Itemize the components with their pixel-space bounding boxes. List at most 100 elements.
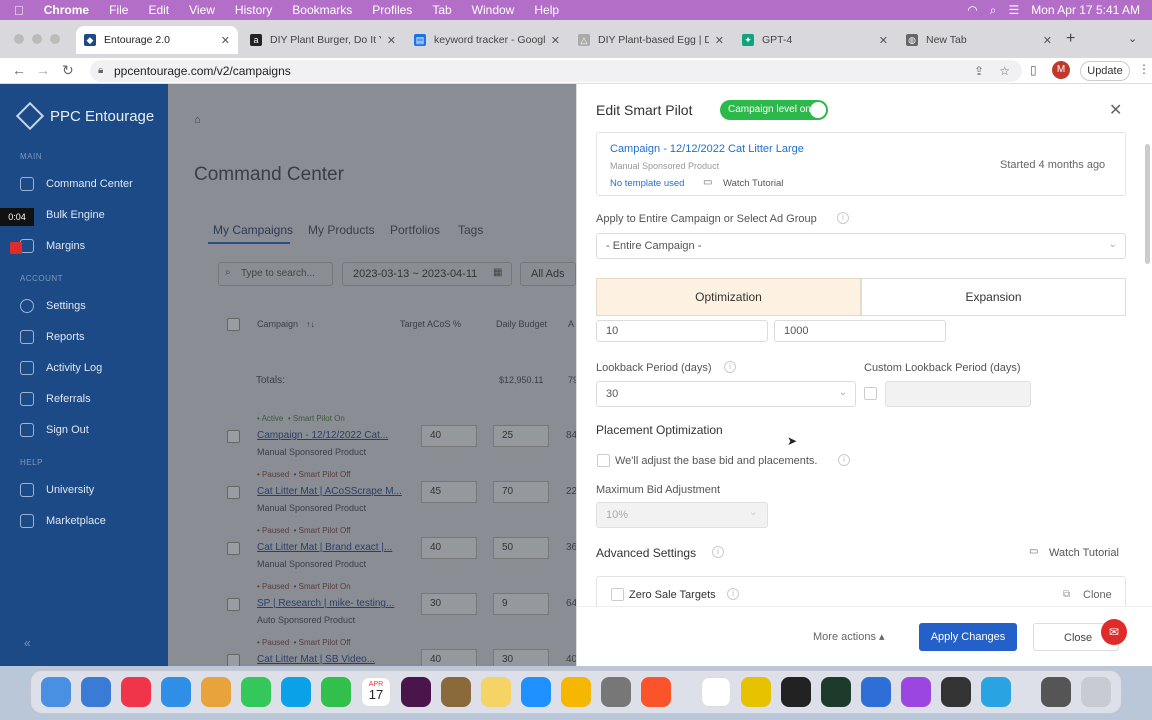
safari-icon[interactable] [161,677,191,707]
mail-widget-icon[interactable]: ✉ [1101,619,1127,645]
update-button[interactable]: Update [1080,61,1130,81]
select-all-checkbox[interactable] [227,318,240,331]
sidebar-item-reports[interactable]: Reports [0,325,168,349]
trash-icon[interactable] [1081,677,1111,707]
menu-help[interactable]: Help [534,3,559,17]
close-tab-icon[interactable]: ✕ [551,34,560,47]
profile-avatar[interactable]: M [1052,61,1070,79]
tab-optimization[interactable]: Optimization [596,278,861,316]
close-tab-icon[interactable]: ✕ [1043,34,1052,47]
table-row[interactable]: • Paused • Smart Pilot On SP | Research … [168,578,577,634]
menu-window[interactable]: Window [472,3,515,17]
row-checkbox[interactable] [227,542,240,555]
podcasts-icon[interactable] [901,677,931,707]
calculator-icon[interactable] [941,677,971,707]
calendar-icon[interactable]: APR 17 [361,677,391,707]
sidebar-item-referrals[interactable]: Referrals [0,387,168,411]
row-acos-input[interactable]: 40 [421,537,477,559]
menu-bookmarks[interactable]: Bookmarks [292,3,352,17]
row-checkbox[interactable] [227,430,240,443]
share-icon[interactable]: ⇪ [974,60,984,82]
table-row[interactable]: • Paused • Smart Pilot Off Cat Litter Ma… [168,634,576,666]
row-campaign-link[interactable]: Campaign - 12/12/2022 Cat... [257,430,388,441]
facetime-icon[interactable] [321,677,351,707]
menu-app-name[interactable]: Chrome [44,3,89,17]
row-acos-input[interactable]: 40 [421,425,477,447]
zero-sale-checkbox[interactable] [611,588,624,601]
watch-tutorial-link-2[interactable]: Watch Tutorial [1049,547,1119,559]
row-checkbox[interactable] [227,654,240,666]
menu-file[interactable]: File [109,3,128,17]
tab-plant-burger[interactable]: a DIY Plant Burger, Do It Y ✕ [242,26,404,54]
tab-portfolios[interactable]: Portfolios [390,223,440,237]
wifi-icon[interactable]: ◠ [967,3,977,17]
sidebar-item-activity-log[interactable]: Activity Log [0,356,168,380]
sort-arrows-icon[interactable]: ↑↓ [306,319,315,329]
app-icon[interactable] [561,677,591,707]
custom-lookback-input[interactable] [885,381,1031,407]
row-budget-input[interactable]: 30 [493,649,549,666]
max-bid-select[interactable]: 10% [596,502,768,528]
lookback-select[interactable]: 30 ⌄ [596,381,856,407]
window-close-icon[interactable] [14,34,24,44]
date-range-picker[interactable]: 2023-03-13 ~ 2023-04-11 [342,262,512,286]
window-zoom-icon[interactable] [50,34,60,44]
table-row[interactable]: • Paused • Smart Pilot Off Cat Litter Ma… [168,522,577,578]
home-icon[interactable]: ⌂ [194,114,201,126]
row-campaign-link[interactable]: Cat Litter Mat | SB Video... [257,654,375,665]
telegram-icon[interactable] [981,677,1011,707]
row-checkbox[interactable] [227,598,240,611]
close-icon[interactable]: ✕ [1109,100,1122,120]
finder-icon[interactable] [41,677,71,707]
column-extra[interactable]: A [568,319,574,329]
forward-icon[interactable]: → [36,62,50,78]
contacts-icon[interactable] [441,677,471,707]
table-row[interactable]: • Paused • Smart Pilot Off Cat Litter Ma… [168,466,577,522]
skype-icon[interactable] [281,677,311,707]
downloads-icon[interactable] [1041,677,1071,707]
brave-icon[interactable] [641,677,671,707]
close-tab-icon[interactable]: ✕ [387,34,396,47]
row-campaign-link[interactable]: SP | Research | mike- testing... [257,598,394,609]
close-tab-icon[interactable]: ✕ [221,34,230,47]
tab-new[interactable]: ◍ New Tab ✕ [898,26,1060,54]
row-budget-input[interactable]: 25 [493,425,549,447]
collapse-icon[interactable]: « [24,636,31,650]
tab-my-campaigns[interactable]: My Campaigns [213,223,293,237]
ads-filter-select[interactable]: All Ads [520,262,576,286]
window-minimize-icon[interactable] [32,34,42,44]
piano-icon[interactable] [781,677,811,707]
column-target-acos[interactable]: Target ACoS % [400,319,461,329]
control-center-icon[interactable]: ☰ [1009,3,1020,17]
row-budget-input[interactable]: 50 [493,537,549,559]
ad-group-select[interactable]: - Entire Campaign - ⌄ [596,233,1126,259]
sidebar-item-sign-out[interactable]: Sign Out [0,418,168,442]
back-icon[interactable]: ← [12,62,26,78]
row-checkbox[interactable] [227,486,240,499]
column-daily-budget[interactable]: Daily Budget [496,319,547,329]
watch-tutorial-link[interactable]: Watch Tutorial [723,178,783,189]
menu-profiles[interactable]: Profiles [372,3,412,17]
search-icon[interactable]: ⌕ [990,3,997,18]
info-icon[interactable]: i [712,546,724,558]
info-icon[interactable]: i [838,454,850,466]
row-budget-input[interactable]: 70 [493,481,549,503]
record-stop-icon[interactable] [10,242,22,254]
cube-icon[interactable] [861,677,891,707]
more-actions-button[interactable]: More actions ▴ [813,630,885,643]
panel-scrollbar[interactable] [1145,144,1150,264]
menu-edit[interactable]: Edit [148,3,169,17]
tab-tags[interactable]: Tags [458,223,483,237]
max-value-input[interactable]: 1000 [774,320,946,342]
notes-icon[interactable] [481,677,511,707]
url-input[interactable]: 🔒︎ ppcentourage.com/v2/campaigns ⇪ ☆ [90,60,1022,82]
sidebar-item-marketplace[interactable]: Marketplace [0,509,168,533]
table-row[interactable]: • Active • Smart Pilot On Campaign - 12/… [168,410,577,466]
menu-view[interactable]: View [189,3,215,17]
apple-icon[interactable]:  [14,3,24,18]
tab-plant-egg[interactable]: △ DIY Plant-based Egg | Di ✕ [570,26,732,54]
system-settings-icon[interactable] [601,677,631,707]
menu-history[interactable]: History [235,3,272,17]
messages-icon[interactable] [241,677,271,707]
music-icon[interactable] [121,677,151,707]
